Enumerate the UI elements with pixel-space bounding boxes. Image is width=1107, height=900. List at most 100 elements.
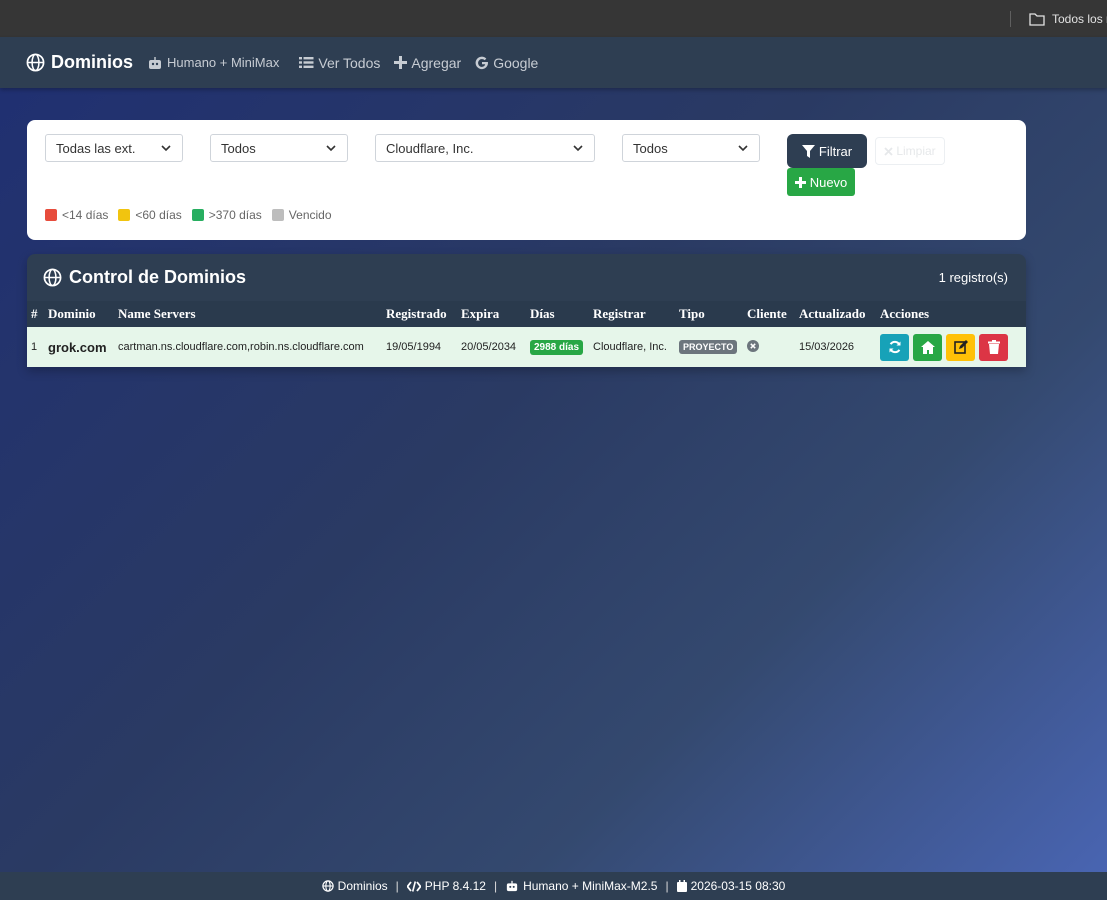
nav-ver-todos[interactable]: Ver Todos [299,55,380,71]
trash-icon [987,340,1000,354]
footer-php-label: PHP 8.4.12 [424,879,486,893]
col-header-actions: Acciones [876,301,1026,327]
legend-item: <14 días [45,208,108,222]
registrar-select[interactable]: Cloudflare, Inc. [375,134,595,162]
row-domain[interactable]: grok.com [44,327,114,367]
list-icon [299,57,314,68]
code-icon [406,880,421,892]
days-legend: <14 días <60 días >370 días Vencido [45,208,332,222]
clear-button-label: Limpiar [896,144,936,158]
footer-brand-label: Dominios [337,879,388,893]
row-expires: 20/05/2034 [457,327,526,367]
footer-separator: | [665,879,669,893]
footer-separator: | [493,879,498,893]
legend-item: Vencido [271,208,332,222]
status-select[interactable]: Todos [210,134,348,162]
type-select-value: Todos [633,140,668,156]
row-client-cell [743,327,795,367]
domains-table: # Dominio Name Servers Registrado Expira… [27,301,1026,367]
filter-icon [801,144,815,158]
new-domain-button[interactable]: Nuevo [787,168,855,196]
bookmark-label: Todos los marcadores [1052,11,1107,26]
filter-button-label: Filtrar [818,143,853,159]
refresh-button[interactable] [880,333,909,361]
google-icon [475,56,489,69]
browser-bookmarks-bar: Todos los marcadores [0,0,1107,37]
row-name-servers: cartman.ns.cloudflare.com,robin.ns.cloud… [114,327,382,367]
registrar-select-value: Cloudflare, Inc. [386,140,474,156]
card-title-text: Control de Dominios [69,267,246,287]
card-header: Control de Dominios 1 registro(s) [27,254,1026,301]
nav-agregar[interactable]: Agregar [394,55,461,71]
col-header-days[interactable]: Días [526,301,589,327]
legend-label: <14 días [62,208,109,222]
card-title: Control de Dominios [43,267,246,288]
edit-button[interactable] [946,333,975,361]
nav-google-label: Google [493,54,539,71]
agent-label: Humano + MiniMax [167,55,280,70]
row-type-cell: PROYECTO [675,327,743,367]
filter-button[interactable]: Filtrar [787,134,867,168]
legend-item: >370 días [191,208,262,222]
extension-select-value: Todas las ext. [56,140,136,156]
col-header-name-servers[interactable]: Name Servers [114,301,382,327]
nav-agregar-label: Agregar [411,54,462,71]
edit-icon [953,340,968,354]
robot-icon [506,880,518,892]
table-row: 1 grok.com cartman.ns.cloudflare.com,rob… [27,327,1026,367]
globe-icon [321,880,334,892]
all-bookmarks-folder[interactable]: Todos los marcadores [1029,12,1107,26]
row-days-cell: 2988 días [526,327,589,367]
legend-label: Vencido [288,208,332,222]
row-actions-cell [876,327,1026,367]
chevron-down-icon [326,145,336,152]
table-header-row: # Dominio Name Servers Registrado Expira… [27,301,1026,327]
chevron-down-icon [161,145,171,152]
circle-x-icon [747,339,759,352]
chevron-down-icon [738,145,748,152]
bookmarks-separator [1010,10,1011,27]
legend-item: <60 días [118,208,182,222]
close-icon [884,146,893,156]
delete-button[interactable] [979,333,1008,361]
calendar-icon [676,880,687,892]
legend-swatch [191,209,204,221]
footer-agent: Humano + MiniMax-M2.5 [505,879,657,893]
type-select[interactable]: Todos [622,134,760,162]
col-header-registered[interactable]: Registrado [382,301,457,327]
row-registrar: Cloudflare, Inc. [589,327,675,367]
col-header-registrar[interactable]: Registrar [589,301,675,327]
chevron-down-icon [573,145,583,152]
col-header-domain[interactable]: Dominio [44,301,114,327]
row-updated: 15/03/2026 [795,327,876,367]
row-num: 1 [27,327,44,367]
navbar-brand[interactable]: Dominios [26,52,133,73]
plus-icon [394,56,408,69]
row-registered: 19/05/1994 [382,327,457,367]
nav-ver-todos-label: Ver Todos [318,54,381,71]
globe-icon [26,53,45,72]
plus-icon [794,176,806,188]
footer-agent-label: Humano + MiniMax-M2.5 [523,879,658,893]
legend-swatch [118,209,131,221]
col-header-client[interactable]: Cliente [743,301,795,327]
row-actions [880,333,1022,361]
top-navbar: Dominios Humano + MiniMax Ver Todos Agre… [0,37,1107,88]
globe-icon [43,268,62,287]
brand-title: Dominios [51,52,134,72]
legend-swatch [45,209,57,221]
col-header-updated[interactable]: Actualizado [795,301,876,327]
col-header-expires[interactable]: Expira [457,301,526,327]
home-button[interactable] [913,333,942,361]
col-header-type[interactable]: Tipo [675,301,743,327]
refresh-icon [889,340,900,354]
days-badge: 2988 días [530,340,584,355]
extension-select[interactable]: Todas las ext. [45,134,183,162]
type-badge: PROYECTO [679,340,738,354]
nav-google[interactable]: Google [475,55,538,71]
clear-button[interactable]: Limpiar [875,137,945,165]
footer-date: 2026-03-15 08:30 [676,879,785,893]
col-header-num[interactable]: # [27,301,44,327]
home-icon [920,340,935,354]
legend-label: <60 días [135,208,182,222]
